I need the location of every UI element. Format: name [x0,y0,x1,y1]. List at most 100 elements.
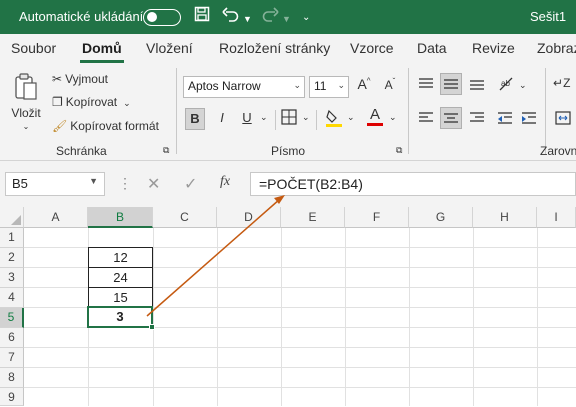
paste-icon [13,72,39,102]
cell-b3[interactable]: 24 [88,267,153,288]
decrease-indent-icon[interactable] [497,111,513,128]
copy-button[interactable]: ❐ Kopírovat ⌄ [52,95,131,113]
tab-review[interactable]: Revize [472,40,515,56]
bold-button[interactable]: B [185,108,205,130]
font-color-icon[interactable]: A [367,106,383,126]
undo-icon[interactable] [222,6,240,27]
cell-b5-selected[interactable]: 3 [87,306,153,328]
group-separator [176,68,177,154]
cell-b4[interactable]: 15 [88,287,153,308]
fill-handle[interactable] [149,324,155,330]
tab-view[interactable]: Zobraz [537,40,576,56]
tab-data[interactable]: Data [417,40,447,56]
fill-color-icon[interactable] [325,108,343,131]
align-top-icon[interactable] [418,77,434,94]
wrap-text-button[interactable]: ↵Z [553,76,570,90]
column-header-c[interactable]: C [153,207,217,228]
spreadsheet-grid: A B C D E F G H I 1 2 3 4 5 6 7 8 9 12 2… [0,207,576,406]
shrink-font-label: A [384,78,393,92]
paste-button[interactable]: Vložit ⌄ [8,68,44,136]
column-header-d[interactable]: D [217,207,281,228]
autosave-toggle[interactable] [143,9,181,26]
column-header-i[interactable]: I [537,207,576,228]
orientation-icon[interactable]: ab [498,76,516,95]
column-header-a[interactable]: A [24,207,88,228]
italic-label: I [220,110,224,125]
font-name-combo[interactable]: Aptos Narrow ⌄ [183,76,305,98]
font-color-label: A [369,106,380,123]
align-right-icon[interactable] [469,111,485,128]
font-launcher-icon[interactable]: ⧉ [396,145,402,156]
redo-icon[interactable] [261,6,279,27]
grow-font-button[interactable]: A^ [355,76,373,92]
borders-icon[interactable] [281,109,297,128]
chevron-down-icon: ▼ [89,176,98,186]
font-size-value: 11 [314,79,327,93]
caret-down-icon: ˇ [392,77,396,86]
toggle-knob [147,12,157,22]
borders-dropdown-icon[interactable]: ⌄ [302,112,310,123]
copy-label: Kopírovat [65,95,118,109]
font-size-combo[interactable]: 11 ⌄ [309,76,349,98]
italic-button[interactable]: I [212,108,232,130]
column-header-f[interactable]: F [345,207,409,228]
column-header-h[interactable]: H [473,207,537,228]
svg-text:ab: ab [501,79,510,88]
enter-icon[interactable]: ✓ [184,174,197,194]
autosave-label: Automatické ukládání [19,9,144,24]
insert-function-button[interactable]: fx [220,174,230,190]
fill-color-dropdown-icon[interactable]: ⌄ [347,112,355,123]
shrink-font-button[interactable]: Aˇ [381,77,399,92]
scissors-icon: ✂ [52,72,63,86]
align-left-icon[interactable] [418,111,434,128]
font-color-dropdown-icon[interactable]: ⌄ [389,112,397,123]
align-bottom-icon[interactable] [469,77,485,94]
inline-separator [316,110,317,130]
tab-page-layout[interactable]: Rozložení stránky [219,40,330,56]
group-separator [545,68,546,154]
tab-insert[interactable]: Vložení [146,40,193,56]
select-all-corner[interactable] [0,207,24,228]
wrap-text-label: Z [563,76,571,90]
paste-dropdown-icon: ⌄ [22,122,30,131]
format-painter-label: Kopírovat formát [70,119,159,133]
copy-icon: ❐ [52,95,63,109]
format-painter-button[interactable]: 🖌 Kopírovat formát [52,119,159,137]
orientation-dropdown-icon[interactable]: ⌄ [519,80,527,91]
active-tab-underline [80,60,124,63]
customize-toolbar-icon[interactable]: ⌄ [302,8,310,28]
column-header-b[interactable]: B [88,207,153,228]
caret-up-icon: ^ [366,76,371,86]
underline-dropdown-icon[interactable]: ⌄ [260,112,268,123]
name-box[interactable]: B5 ▼ [5,172,105,196]
align-middle-icon[interactable] [440,73,462,95]
chevron-down-icon: ⌄ [337,80,345,90]
increase-indent-icon[interactable] [521,111,537,128]
tab-file[interactable]: Soubor [11,40,56,56]
alignment-group-label: Zarovn [540,144,576,158]
chevron-down-icon: ⌄ [293,80,301,90]
ribbon-tabs: Soubor Domů Vložení Rozložení stránky Vz… [0,34,576,64]
cancel-icon[interactable]: ✕ [147,174,160,194]
copy-dropdown-icon: ⌄ [123,98,131,108]
cell-b2[interactable]: 12 [88,247,153,268]
column-header-g[interactable]: G [409,207,473,228]
column-header-e[interactable]: E [281,207,345,228]
font-group-label: Písmo [271,144,306,158]
underline-button[interactable]: U [237,108,257,130]
bold-label: B [190,111,200,126]
undo-dropdown-icon[interactable]: ▼ [243,9,252,29]
merge-center-icon[interactable] [555,111,571,128]
name-box-value: B5 [12,176,28,191]
formula-bar: B5 ▼ ⋮ ✕ ✓ fx =POČET(B2:B4) [0,161,576,207]
align-center-icon[interactable] [440,107,462,129]
tab-home[interactable]: Domů [82,40,122,56]
save-icon[interactable] [194,6,210,27]
wrap-text-icon: ↵ [553,76,564,90]
redo-dropdown-icon[interactable]: ▼ [282,9,291,29]
formula-input[interactable]: =POČET(B2:B4) [250,172,576,196]
tab-formulas[interactable]: Vzorce [350,40,394,56]
cut-button[interactable]: ✂ Vyjmout [52,72,108,90]
clipboard-launcher-icon[interactable]: ⧉ [163,145,169,156]
drag-handle-icon[interactable]: ⋮ [118,175,132,192]
